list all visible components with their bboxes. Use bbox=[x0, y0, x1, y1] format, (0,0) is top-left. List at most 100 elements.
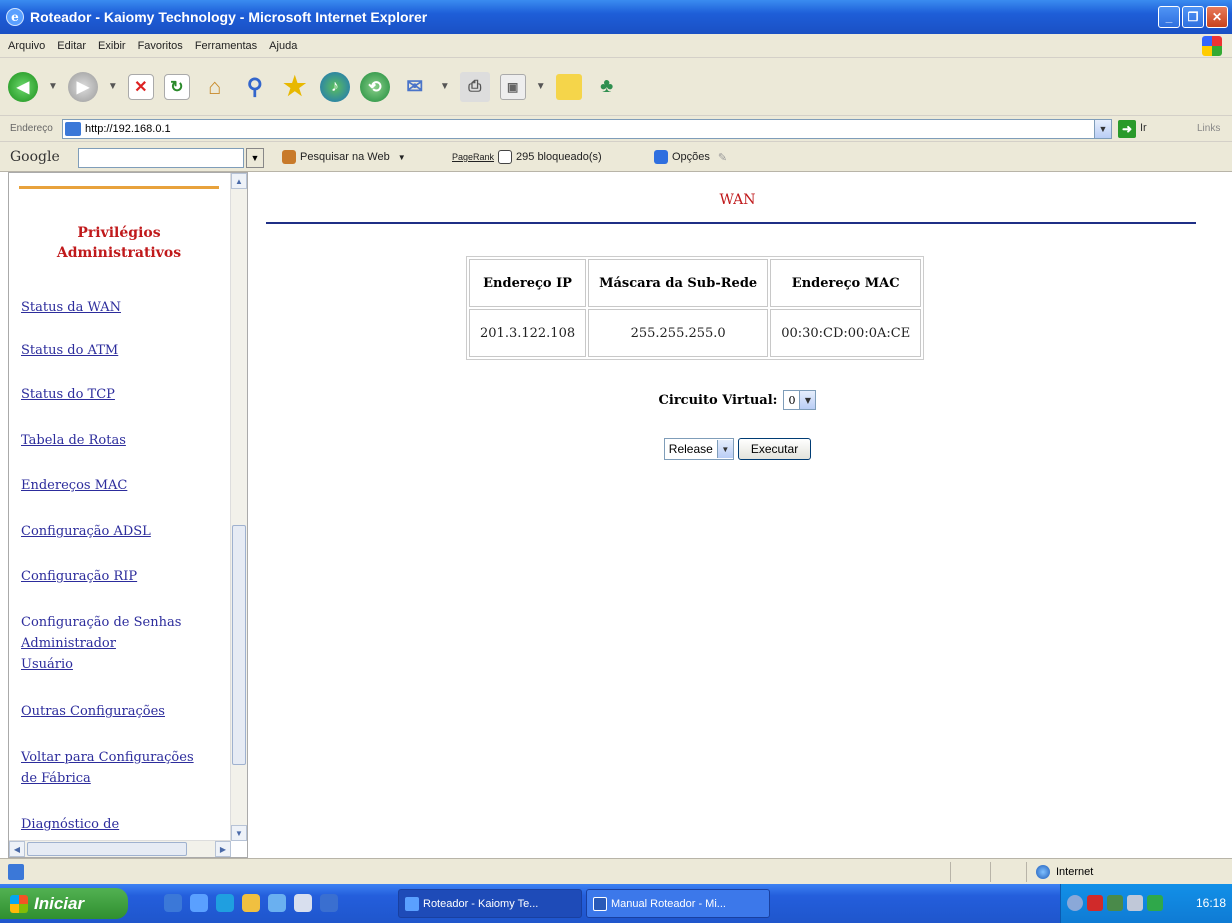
execute-button[interactable]: Executar bbox=[737, 438, 812, 460]
header-ip-address: Endereço IP bbox=[469, 259, 587, 307]
menu-favoritos[interactable]: Favoritos bbox=[138, 40, 183, 52]
search-icon[interactable]: ⚲ bbox=[240, 72, 270, 102]
quicklaunch-document-icon[interactable] bbox=[294, 894, 312, 912]
sidebar-vertical-scrollbar[interactable]: ▲ ▼ bbox=[230, 173, 247, 841]
edit-icon[interactable]: ▣ bbox=[499, 73, 526, 100]
google-search-input[interactable] bbox=[78, 148, 244, 168]
sidebar-item-user-password[interactable]: Usuário bbox=[21, 654, 73, 675]
menu-editar[interactable]: Editar bbox=[57, 40, 86, 52]
cell-ip-address: 201.3.122.108 bbox=[469, 309, 587, 357]
mail-icon[interactable]: ✉ bbox=[400, 72, 430, 102]
scroll-up-icon[interactable]: ▲ bbox=[231, 173, 247, 189]
sidebar-item-other-settings[interactable]: Outras Configurações bbox=[21, 701, 165, 722]
quicklaunch-desktop-icon[interactable] bbox=[268, 894, 286, 912]
taskbar-item-roteador[interactable]: Roteador - Kaiomy Te... bbox=[398, 889, 582, 918]
quicklaunch-media-icon[interactable] bbox=[216, 894, 234, 912]
quicklaunch-app-icon[interactable] bbox=[320, 894, 338, 912]
sidebar-item-diagnostic[interactable]: Diagnóstico de bbox=[21, 814, 119, 835]
quicklaunch-ie-icon[interactable] bbox=[164, 894, 182, 912]
scroll-down-icon[interactable]: ▼ bbox=[231, 825, 247, 841]
chevron-down-icon[interactable]: ▼ bbox=[799, 391, 816, 409]
sidebar-item-status-wan[interactable]: Status da WAN bbox=[21, 297, 121, 318]
forward-arrow-icon[interactable]: ▶ bbox=[67, 71, 98, 102]
stop-icon[interactable]: ✕ bbox=[127, 73, 154, 100]
maximize-button[interactable]: ❐ bbox=[1182, 6, 1204, 28]
links-button[interactable]: Links bbox=[1197, 123, 1220, 134]
header-mac-address: Endereço MAC bbox=[770, 259, 922, 307]
action-row: Release ▼ Executar bbox=[250, 438, 1225, 460]
sidebar-item-status-atm[interactable]: Status do ATM bbox=[21, 340, 118, 361]
google-options-button[interactable]: Opções ✎ bbox=[654, 150, 727, 164]
address-input[interactable]: http://192.168.0.1 bbox=[62, 119, 1112, 139]
google-logo[interactable]: Google bbox=[10, 149, 60, 165]
history-icon[interactable]: ⟲ bbox=[359, 71, 390, 102]
forward-dropdown-icon[interactable]: ▼ bbox=[108, 81, 118, 92]
mail-dropdown-icon[interactable]: ▼ bbox=[440, 81, 450, 92]
sidebar-item-route-table[interactable]: Tabela de Rotas bbox=[21, 430, 126, 451]
google-search-web-button[interactable]: Pesquisar na Web ▼ bbox=[282, 150, 406, 164]
tray-volume-icon[interactable] bbox=[1127, 895, 1143, 911]
quicklaunch-browser-icon[interactable] bbox=[190, 894, 208, 912]
go-button[interactable]: Ir bbox=[1140, 122, 1147, 134]
home-icon[interactable]: ⌂ bbox=[200, 72, 230, 102]
media-icon[interactable]: ♪ bbox=[319, 71, 350, 102]
print-icon[interactable]: ⎙ bbox=[459, 71, 490, 102]
sidebar-passwords-title: Configuração de Senhas bbox=[21, 615, 182, 630]
back-arrow-icon[interactable]: ◀ bbox=[8, 71, 38, 102]
google-dropdown-icon[interactable]: ▼ bbox=[246, 148, 264, 168]
sidebar-divider bbox=[19, 186, 219, 189]
back-dropdown-icon[interactable]: ▼ bbox=[48, 81, 58, 92]
sidebar-item-status-tcp[interactable]: Status do TCP bbox=[21, 384, 115, 405]
address-label: Endereço bbox=[10, 123, 53, 134]
tray-expand-icon[interactable] bbox=[1067, 895, 1083, 911]
sidebar-item-factory-reset-line2[interactable]: de Fábrica bbox=[21, 768, 91, 789]
menu-exibir[interactable]: Exibir bbox=[98, 40, 126, 52]
address-url: http://192.168.0.1 bbox=[85, 123, 171, 135]
header-subnet-mask: Máscara da Sub-Rede bbox=[588, 259, 769, 307]
menu-arquivo[interactable]: Arquivo bbox=[8, 40, 45, 52]
google-toolbar: Google ▼ Pesquisar na Web ▼ PageRank 295… bbox=[0, 142, 1232, 172]
minimize-button[interactable]: _ bbox=[1158, 6, 1180, 28]
status-divider bbox=[990, 862, 991, 882]
sidebar-item-adsl-config[interactable]: Configuração ADSL bbox=[21, 521, 151, 542]
cell-mac-address: 00:30:CD:00:0A:CE bbox=[770, 309, 922, 357]
options-icon bbox=[654, 150, 668, 164]
scroll-right-icon[interactable]: ▶ bbox=[215, 841, 231, 857]
horizontal-scroll-thumb[interactable] bbox=[27, 842, 187, 856]
go-arrow-icon[interactable]: ➜ bbox=[1118, 120, 1136, 138]
edit-dropdown-icon[interactable]: ▼ bbox=[536, 81, 546, 92]
windows-flag-icon bbox=[1202, 36, 1222, 56]
virtual-circuit-select[interactable]: 0 ▼ bbox=[783, 390, 817, 410]
search-web-dropdown-icon[interactable]: ▼ bbox=[398, 153, 406, 162]
sidebar-item-factory-reset[interactable]: Voltar para Configurações bbox=[21, 747, 194, 768]
chevron-down-icon[interactable]: ▼ bbox=[716, 440, 733, 458]
refresh-icon[interactable]: ↻ bbox=[163, 73, 190, 100]
sidebar-item-rip-config[interactable]: Configuração RIP bbox=[21, 566, 137, 587]
table-row: 201.3.122.108 255.255.255.0 00:30:CD:00:… bbox=[469, 309, 922, 357]
sidebar-item-mac-addresses[interactable]: Endereços MAC bbox=[21, 475, 127, 496]
quicklaunch-folder-icon[interactable] bbox=[242, 894, 260, 912]
highlighter-icon[interactable]: ✎ bbox=[718, 151, 727, 164]
options-label: Opções bbox=[672, 151, 710, 163]
cell-subnet-mask: 255.255.255.0 bbox=[588, 309, 769, 357]
sidebar-item-admin-password[interactable]: Administrador bbox=[21, 633, 116, 654]
pagerank-indicator[interactable]: PageRank 295 bloqueado(s) bbox=[452, 150, 602, 164]
taskbar-item-manual[interactable]: Manual Roteador - Mi... bbox=[586, 889, 770, 918]
menu-ajuda[interactable]: Ajuda bbox=[269, 40, 297, 52]
tray-security-icon[interactable] bbox=[1087, 895, 1103, 911]
scroll-left-icon[interactable]: ◀ bbox=[9, 841, 25, 857]
start-button[interactable]: Iniciar bbox=[0, 888, 128, 919]
tray-messenger-icon[interactable] bbox=[1147, 895, 1163, 911]
address-dropdown-icon[interactable]: ▼ bbox=[1094, 119, 1112, 139]
menu-ferramentas[interactable]: Ferramentas bbox=[195, 40, 257, 52]
search-web-label: Pesquisar na Web bbox=[300, 151, 390, 163]
action-select[interactable]: Release ▼ bbox=[663, 438, 734, 460]
notepad-icon[interactable] bbox=[555, 73, 582, 100]
favorites-star-icon[interactable]: ★ bbox=[280, 71, 310, 102]
sidebar-horizontal-scrollbar[interactable]: ◀ ▶ bbox=[9, 840, 231, 857]
vertical-scroll-thumb[interactable] bbox=[232, 525, 246, 765]
close-button[interactable]: ✕ bbox=[1206, 6, 1228, 28]
messenger-icon[interactable]: ♣ bbox=[592, 72, 622, 102]
taskbar: Iniciar Roteador - Kaiomy Te... Manual R… bbox=[0, 884, 1232, 923]
tray-network-icon[interactable] bbox=[1107, 895, 1123, 911]
